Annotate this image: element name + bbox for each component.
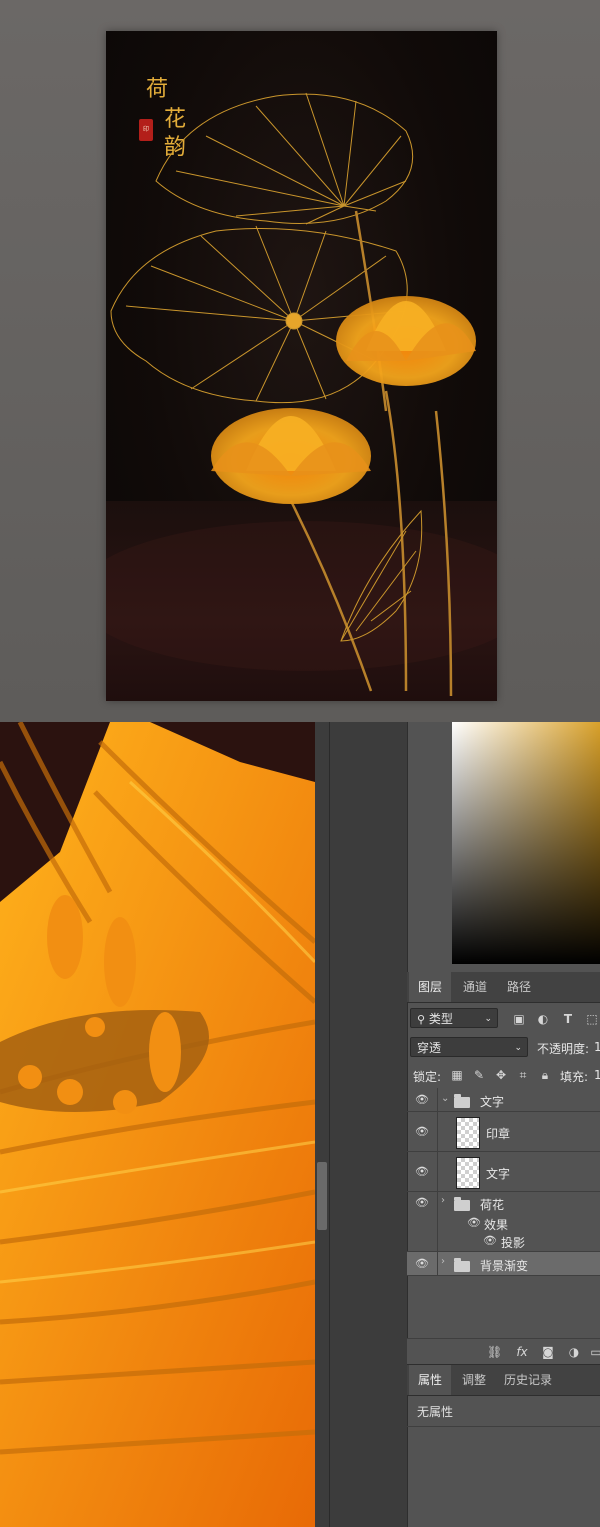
properties-empty-text: 无属性 — [417, 1405, 454, 1419]
filter-pixel-layer-icon[interactable]: ▣ — [512, 1012, 526, 1026]
lotus-flower-left — [211, 408, 371, 504]
search-icon: ⚲ — [417, 1013, 426, 1026]
filter-shape-layer-icon[interactable]: ⬚ — [585, 1012, 599, 1026]
layer-filter-kind-label: 类型 — [428, 1012, 453, 1026]
tab-layers[interactable]: 图层 — [409, 972, 451, 1002]
layer-name: 背景渐变 — [480, 1259, 529, 1273]
chevron-down-icon: ⌄ — [484, 1014, 492, 1024]
lock-all-icon[interactable]: 🔒︎ — [538, 1068, 552, 1082]
fill-value[interactable]: 1 — [594, 1068, 600, 1082]
visibility-eye-icon[interactable]: 👁︎ — [415, 1257, 429, 1271]
drop-shadow-visibility-eye-icon[interactable]: 👁︎ — [483, 1234, 497, 1248]
blend-mode-value: 穿透 — [417, 1041, 442, 1055]
zoomed-lotus-detail — [0, 722, 315, 1527]
vertical-scrollbar-thumb[interactable] — [317, 1162, 327, 1230]
effects-visibility-eye-icon[interactable]: 👁︎ — [467, 1216, 481, 1230]
lotus-illustration — [110, 92, 476, 697]
canvas-gutter — [315, 722, 407, 1527]
color-picker-field[interactable] — [452, 722, 600, 964]
mask-icon[interactable]: ◙ — [541, 1345, 555, 1359]
link-icon[interactable]: ⛓︎ — [487, 1345, 502, 1359]
blend-mode-select[interactable]: 穿透 ⌄ — [410, 1037, 528, 1057]
layer-group-text[interactable]: 👁︎ ⌄ 文字 — [407, 1088, 600, 1112]
layer-name: 文字 — [486, 1167, 511, 1181]
chevron-right-icon[interactable]: › — [441, 1256, 445, 1267]
effects-label: 效果 — [484, 1218, 509, 1232]
lock-position-icon[interactable]: ✥ — [494, 1068, 508, 1082]
visibility-eye-icon[interactable]: 👁︎ — [415, 1196, 429, 1210]
tab-history[interactable]: 历史记录 — [497, 1365, 559, 1395]
layer-text[interactable]: 👁︎ 文字 — [407, 1152, 600, 1192]
lock-artboard-icon[interactable]: ⌗ — [516, 1068, 530, 1082]
fx-icon[interactable]: fx — [515, 1345, 529, 1359]
visibility-eye-icon[interactable]: 👁︎ — [415, 1165, 429, 1179]
lotus-leaf-small — [340, 509, 423, 642]
filter-type-layer-icon[interactable]: T — [561, 1012, 575, 1026]
fill-label: 填充: — [560, 1070, 589, 1084]
tab-properties[interactable]: 属性 — [409, 1365, 451, 1395]
layer-thumbnail — [456, 1157, 480, 1189]
layers-list: 👁︎ ⌄ 文字 👁︎ 印章 👁︎ 文字 👁︎ › 荷花 👁︎ 效果 👁︎ 投影 … — [407, 1088, 600, 1338]
visibility-eye-icon[interactable]: 👁︎ — [415, 1093, 429, 1107]
layer-divider — [437, 1112, 438, 1151]
layers-panel-tabs: 图层 通道 路径 — [407, 972, 600, 1003]
photoshop-workspace: 图层 通道 路径 ⚲ 类型 ⌄ ▣ ◐ T ⬚ 穿透 ⌄ 不透明度: 1 锁定:… — [0, 722, 600, 1527]
new-group-icon[interactable]: ▭ — [589, 1345, 600, 1359]
lotus-leaf-upper — [155, 92, 414, 225]
opacity-label: 不透明度: — [537, 1042, 590, 1056]
properties-divider — [407, 1426, 600, 1427]
filter-adjustment-layer-icon[interactable]: ◐ — [536, 1012, 550, 1026]
layer-divider — [437, 1192, 438, 1251]
layer-seal[interactable]: 👁︎ 印章 — [407, 1112, 600, 1152]
layer-name: 荷花 — [480, 1198, 505, 1212]
panel-divider — [329, 722, 330, 1527]
lock-label: 锁定: — [413, 1070, 442, 1084]
folder-icon — [454, 1197, 470, 1211]
zoomed-canvas[interactable] — [0, 722, 315, 1527]
lock-transparency-icon[interactable]: ▦ — [450, 1068, 464, 1082]
chevron-right-icon[interactable]: › — [441, 1195, 445, 1206]
tab-paths[interactable]: 路径 — [499, 972, 539, 1002]
layer-divider — [437, 1088, 438, 1111]
layer-group-background-gradient[interactable]: 👁︎ › 背景渐变 — [407, 1252, 600, 1276]
layer-name: 文字 — [480, 1095, 505, 1109]
opacity-value[interactable]: 1 — [594, 1040, 600, 1054]
layer-name: 印章 — [486, 1127, 511, 1141]
drop-shadow-label: 投影 — [501, 1236, 526, 1250]
poster: 荷 花 韵 印 — [106, 31, 497, 701]
folder-icon — [454, 1094, 470, 1108]
chevron-down-icon[interactable]: ⌄ — [441, 1093, 449, 1104]
lock-image-pixels-icon[interactable]: ✎ — [472, 1068, 486, 1082]
visibility-eye-icon[interactable]: 👁︎ — [415, 1125, 429, 1139]
canvas-background: 荷 花 韵 印 — [0, 0, 600, 722]
layer-divider — [437, 1252, 438, 1275]
chevron-down-icon: ⌄ — [514, 1043, 522, 1053]
tab-channels[interactable]: 通道 — [453, 972, 497, 1002]
folder-icon — [454, 1258, 470, 1272]
layers-footer-toolbar: ⛓︎ fx ◙ ◑ ▭ — [407, 1338, 600, 1365]
properties-panel-tabs: 属性 调整 历史记录 — [407, 1364, 600, 1396]
adjustment-icon[interactable]: ◑ — [567, 1345, 581, 1359]
layer-thumbnail — [456, 1117, 480, 1149]
tab-adjustments[interactable]: 调整 — [453, 1365, 495, 1395]
layer-divider — [437, 1152, 438, 1191]
lotus-flower-right — [336, 296, 476, 386]
layer-group-lotus[interactable]: 👁︎ › 荷花 👁︎ 效果 👁︎ 投影 — [407, 1192, 600, 1252]
layer-filter-kind-select[interactable]: ⚲ 类型 ⌄ — [410, 1008, 498, 1028]
